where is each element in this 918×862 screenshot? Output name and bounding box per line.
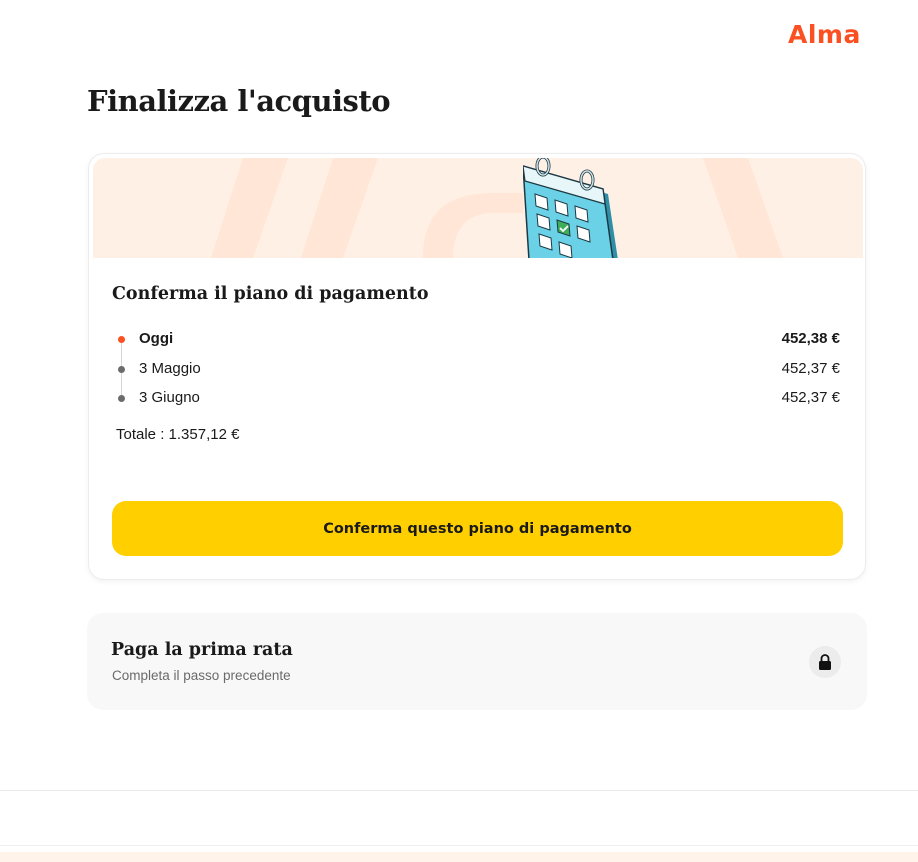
next-step-card: Paga la prima rata Completa il passo pre… — [87, 613, 867, 710]
installment-row: 3 Maggio 452,37 € — [112, 355, 844, 385]
lock-icon — [809, 646, 841, 678]
next-step-title: Paga la prima rata — [111, 640, 293, 660]
footer-divider — [0, 790, 918, 791]
timeline-dot — [118, 336, 125, 343]
installment-timeline: Oggi 452,38 € 3 Maggio 452,37 € 3 Giugno… — [112, 325, 844, 414]
installment-amount: 452,37 € — [781, 389, 840, 406]
payment-plan-card: Conferma il piano di pagamento Oggi 452,… — [88, 153, 866, 580]
timeline-dot — [118, 395, 125, 402]
footer-divider — [0, 845, 918, 846]
alma-logo: Alma — [788, 20, 861, 49]
installment-row: 3 Giugno 452,37 € — [112, 384, 844, 414]
installment-label: 3 Giugno — [139, 389, 200, 406]
calendar-icon — [523, 158, 618, 258]
installment-row: Oggi 452,38 € — [112, 325, 844, 355]
timeline-dot — [118, 365, 125, 373]
total-amount: Totale : 1.357,12 € — [116, 426, 240, 443]
card-title: Conferma il piano di pagamento — [112, 284, 429, 304]
footer-band — [0, 852, 918, 862]
installment-label: 3 Maggio — [139, 359, 201, 377]
card-banner — [93, 158, 863, 258]
installment-amount: 452,38 € — [781, 330, 840, 347]
page-title: Finalizza l'acquisto — [87, 84, 391, 118]
installment-amount: 452,37 € — [781, 359, 840, 377]
next-step-subtitle: Completa il passo precedente — [112, 668, 291, 683]
confirm-plan-button[interactable]: Conferma questo piano di pagamento — [112, 501, 843, 556]
installment-label: Oggi — [139, 330, 174, 347]
banner-decoration — [211, 158, 783, 258]
